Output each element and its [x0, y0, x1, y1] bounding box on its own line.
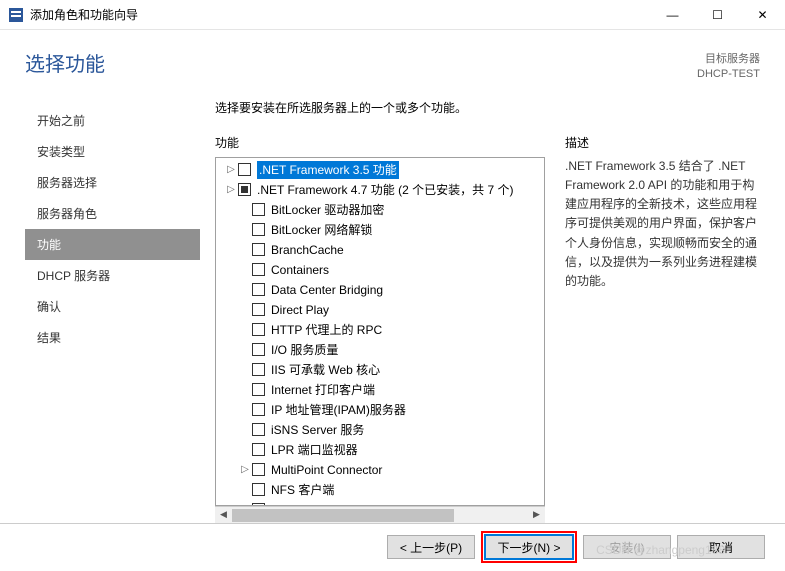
wizard-main: 选择要安装在所选服务器上的一个或多个功能。 功能 ▷ .NET Framework…	[200, 93, 760, 523]
tree-item-label: RAS Connection Manager Administration Ki…	[271, 501, 514, 506]
checkbox[interactable]	[252, 463, 265, 476]
nav-item-server[interactable]: 服务器选择	[25, 167, 200, 198]
checkbox[interactable]	[252, 343, 265, 356]
window-titlebar: 添加角色和功能向导 — ☐ ✕	[0, 0, 785, 30]
expander-icon[interactable]: ▷	[224, 161, 238, 179]
tree-item-label: .NET Framework 3.5 功能	[257, 161, 399, 179]
wizard-header: 选择功能 目标服务器 DHCP-TEST	[0, 30, 785, 93]
scroll-right-icon[interactable]: ▶	[528, 507, 545, 523]
install-button: 安装(I)	[583, 535, 671, 559]
tree-item[interactable]: ▷BitLocker 网络解锁	[216, 220, 544, 240]
tree-item[interactable]: ▷LPR 端口监视器	[216, 440, 544, 460]
checkbox[interactable]	[252, 283, 265, 296]
target-name: DHCP-TEST	[697, 67, 760, 82]
checkbox[interactable]	[252, 203, 265, 216]
tree-item[interactable]: ▷IIS 可承载 Web 核心	[216, 360, 544, 380]
wizard-nav: 开始之前安装类型服务器选择服务器角色功能DHCP 服务器确认结果	[25, 93, 200, 523]
nav-item-results[interactable]: 结果	[25, 322, 200, 353]
tree-item-label: .NET Framework 4.7 功能 (2 个已安装，共 7 个)	[257, 181, 513, 199]
minimize-button[interactable]: —	[650, 0, 695, 30]
nav-item-features[interactable]: 功能	[25, 229, 200, 260]
checkbox[interactable]	[252, 443, 265, 456]
window-title: 添加角色和功能向导	[30, 6, 650, 23]
tree-item-label: NFS 客户端	[271, 481, 334, 499]
nav-item-confirm[interactable]: 确认	[25, 291, 200, 322]
tree-item-label: Direct Play	[271, 301, 329, 319]
checkbox[interactable]	[252, 403, 265, 416]
app-icon	[8, 7, 24, 23]
previous-button[interactable]: < 上一步(P)	[387, 535, 475, 559]
tree-item[interactable]: ▷Internet 打印客户端	[216, 380, 544, 400]
scroll-thumb[interactable]	[232, 509, 454, 522]
tree-item[interactable]: ▷IP 地址管理(IPAM)服务器	[216, 400, 544, 420]
checkbox[interactable]	[252, 383, 265, 396]
tree-item-label: Containers	[271, 261, 329, 279]
tree-item-label: iSNS Server 服务	[271, 421, 364, 439]
tree-item-label: MultiPoint Connector	[271, 461, 382, 479]
checkbox[interactable]	[252, 503, 265, 506]
tree-item[interactable]: ▷HTTP 代理上的 RPC	[216, 320, 544, 340]
close-button[interactable]: ✕	[740, 0, 785, 30]
tree-item-label: BranchCache	[271, 241, 344, 259]
features-tree[interactable]: ▷ .NET Framework 3.5 功能 ▷ .NET Framework 4.…	[215, 157, 545, 506]
tree-item-label: BitLocker 驱动器加密	[271, 201, 384, 219]
tree-item[interactable]: ▷Direct Play	[216, 300, 544, 320]
tree-item-label: LPR 端口监视器	[271, 441, 358, 459]
checkbox[interactable]	[238, 163, 251, 176]
tree-item[interactable]: ▷Data Center Bridging	[216, 280, 544, 300]
maximize-button[interactable]: ☐	[695, 0, 740, 30]
tree-item-label: IP 地址管理(IPAM)服务器	[271, 401, 406, 419]
tree-item[interactable]: ▷RAS Connection Manager Administration K…	[216, 500, 544, 506]
tree-item[interactable]: ▷ .NET Framework 3.5 功能	[216, 160, 544, 180]
expander-icon[interactable]: ▷	[238, 461, 252, 479]
cancel-button[interactable]: 取消	[677, 535, 765, 559]
tree-item[interactable]: ▷iSNS Server 服务	[216, 420, 544, 440]
description-label: 描述	[565, 134, 760, 151]
checkbox[interactable]	[252, 483, 265, 496]
target-server-info: 目标服务器 DHCP-TEST	[697, 48, 760, 83]
tree-item[interactable]: ▷BranchCache	[216, 240, 544, 260]
target-label: 目标服务器	[697, 52, 760, 67]
page-heading: 选择功能	[25, 48, 697, 83]
tree-item[interactable]: ▷NFS 客户端	[216, 480, 544, 500]
wizard-footer: < 上一步(P) 下一步(N) > 安装(I) 取消 CSDN @zhangpe…	[0, 523, 785, 571]
instruction-text: 选择要安装在所选服务器上的一个或多个功能。	[215, 99, 760, 116]
checkbox[interactable]	[252, 223, 265, 236]
description-text: .NET Framework 3.5 结合了 .NET Framework 2.…	[565, 157, 760, 291]
nav-item-before[interactable]: 开始之前	[25, 105, 200, 136]
tree-item[interactable]: ▷Containers	[216, 260, 544, 280]
tree-item-label: Internet 打印客户端	[271, 381, 375, 399]
checkbox[interactable]	[252, 243, 265, 256]
horizontal-scrollbar[interactable]: ◀ ▶	[215, 506, 545, 523]
expander-icon[interactable]: ▷	[224, 181, 238, 199]
tree-item-label: BitLocker 网络解锁	[271, 221, 372, 239]
tree-item-label: HTTP 代理上的 RPC	[271, 321, 382, 339]
tree-item[interactable]: ▷BitLocker 驱动器加密	[216, 200, 544, 220]
nav-item-roles[interactable]: 服务器角色	[25, 198, 200, 229]
checkbox[interactable]	[252, 363, 265, 376]
checkbox[interactable]	[252, 423, 265, 436]
nav-item-type[interactable]: 安装类型	[25, 136, 200, 167]
checkbox[interactable]	[252, 323, 265, 336]
tree-item-label: IIS 可承载 Web 核心	[271, 361, 380, 379]
next-button[interactable]: 下一步(N) >	[485, 535, 573, 559]
tree-item[interactable]: ▷ MultiPoint Connector	[216, 460, 544, 480]
scroll-left-icon[interactable]: ◀	[215, 507, 232, 523]
tree-item[interactable]: ▷I/O 服务质量	[216, 340, 544, 360]
nav-item-dhcp[interactable]: DHCP 服务器	[25, 260, 200, 291]
checkbox[interactable]	[252, 303, 265, 316]
checkbox[interactable]	[252, 263, 265, 276]
checkbox[interactable]	[238, 183, 251, 196]
tree-item-label: I/O 服务质量	[271, 341, 338, 359]
features-label: 功能	[215, 134, 545, 151]
tree-item-label: Data Center Bridging	[271, 281, 383, 299]
next-highlight: 下一步(N) >	[481, 531, 577, 563]
tree-item[interactable]: ▷ .NET Framework 4.7 功能 (2 个已安装，共 7 个)	[216, 180, 544, 200]
